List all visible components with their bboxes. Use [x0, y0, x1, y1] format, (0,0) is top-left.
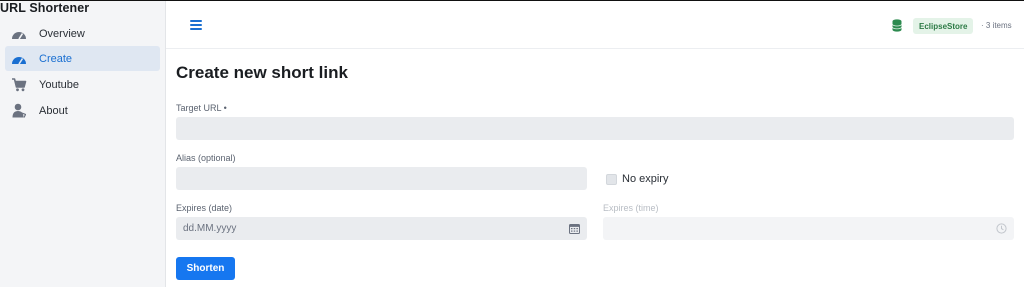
alias-label: Alias (optional) — [176, 153, 236, 163]
app-title: URL Shortener — [0, 1, 90, 15]
target-url-input[interactable] — [176, 117, 1014, 140]
calendar-icon[interactable] — [569, 223, 580, 234]
dashboard-icon — [11, 51, 27, 67]
sidebar-item-label: Create — [39, 52, 73, 65]
store-badge: EclipseStore — [913, 18, 974, 34]
expires-date-placeholder: dd.MM.yyyy — [183, 223, 237, 234]
expires-time-input — [603, 217, 1014, 240]
top-header: EclipseStore · 3 items — [166, 1, 1024, 49]
no-expiry-checkbox[interactable] — [606, 174, 617, 185]
target-url-label: Target URL • — [176, 103, 227, 113]
expires-date-input[interactable]: dd.MM.yyyy — [176, 217, 587, 240]
database-icon — [892, 19, 902, 32]
cart-icon — [11, 77, 27, 93]
app-root: URL Shortener Overview Create Youtube Ab… — [0, 0, 1024, 287]
hamburger-menu-icon[interactable] — [189, 18, 203, 32]
alias-input[interactable] — [176, 167, 587, 190]
main-content: Create new short link Target URL • Alias… — [166, 50, 1024, 287]
items-count: · 3 items — [981, 21, 1012, 30]
sidebar-item-label: About — [39, 104, 68, 117]
page-title: Create new short link — [176, 63, 348, 82]
expires-time-label: Expires (time) — [603, 203, 659, 213]
sidebar-item-youtube[interactable]: Youtube — [5, 72, 160, 97]
sidebar-item-label: Youtube — [39, 78, 79, 91]
shorten-button[interactable]: Shorten — [176, 257, 235, 280]
clock-icon — [996, 223, 1007, 234]
user-icon — [11, 103, 27, 119]
sidebar-item-about[interactable]: About — [5, 98, 160, 123]
sidebar-item-label: Overview — [39, 27, 85, 40]
no-expiry-label[interactable]: No expiry — [622, 173, 668, 185]
dashboard-icon — [11, 26, 27, 42]
expires-date-label: Expires (date) — [176, 203, 233, 213]
sidebar-item-create[interactable]: Create — [5, 46, 160, 71]
sidebar-item-overview[interactable]: Overview — [5, 21, 160, 46]
